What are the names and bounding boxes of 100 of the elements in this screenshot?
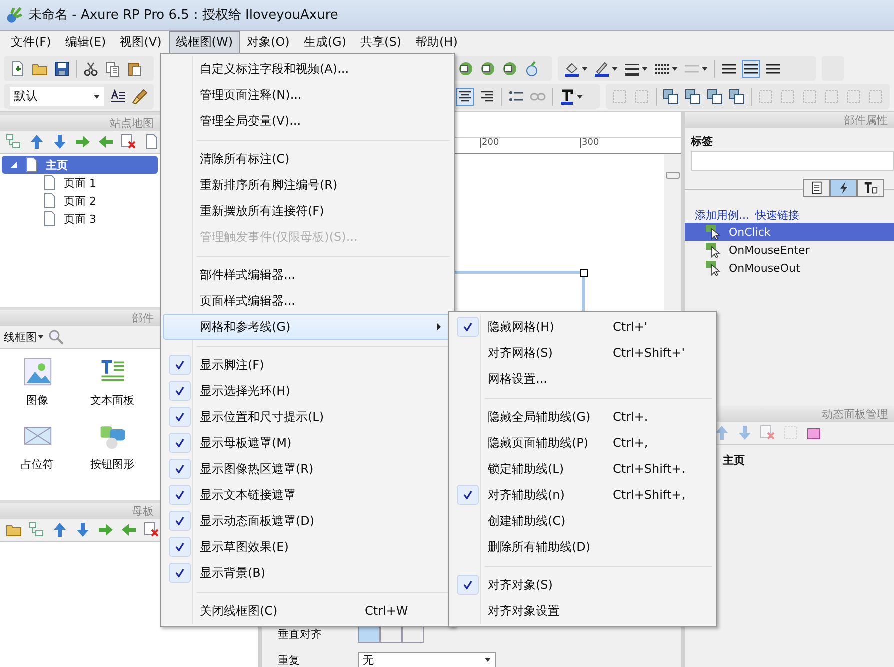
interactions-tab[interactable]: [830, 179, 857, 197]
menu-item[interactable]: 网格设置...: [451, 366, 714, 392]
menu-item[interactable]: 显示脚注(F): [163, 352, 452, 378]
fill-bucket-icon[interactable]: [564, 60, 580, 76]
arrow-up-icon[interactable]: [29, 134, 45, 150]
align-center-icon[interactable]: [743, 60, 759, 76]
menu-item[interactable]: 自定义标注字段和视频(A)...: [163, 56, 452, 82]
menu-item[interactable]: 锁定辅助线(L) Ctrl+Shift+.: [451, 456, 714, 482]
menu-item[interactable]: 重新排序所有脚注编号(R): [163, 172, 452, 198]
arrow-down-icon[interactable]: [75, 522, 91, 538]
paint-brush-icon[interactable]: [132, 88, 148, 104]
collapse-triangle-icon[interactable]: [10, 161, 18, 169]
library-dropdown[interactable]: 线框图: [4, 330, 44, 344]
menu-bar-item[interactable]: 对象(O): [240, 31, 297, 54]
menu-item[interactable]: 显示动态面板遮罩(D): [163, 508, 452, 534]
caret-icon[interactable]: [612, 66, 618, 70]
align-right-icon[interactable]: [478, 88, 495, 104]
event-item[interactable]: OnClick: [685, 223, 894, 241]
menu-item[interactable]: 部件样式编辑器...: [163, 262, 452, 288]
pen-icon[interactable]: [594, 60, 610, 76]
menu-bar-item[interactable]: 文件(F): [4, 31, 58, 54]
menu-item[interactable]: 隐藏页面辅助线(P) Ctrl+,: [451, 430, 714, 456]
caret-icon[interactable]: [642, 66, 648, 70]
menu-item[interactable]: 删除所有辅助线(D): [451, 534, 714, 560]
delete-icon[interactable]: [121, 134, 137, 150]
menu-item[interactable]: 显示位置和尺寸提示(L): [163, 404, 452, 430]
save-icon[interactable]: [54, 60, 70, 76]
tree-item[interactable]: 主页: [723, 453, 745, 468]
menu-item[interactable]: 对齐辅助线(n) Ctrl+Shift+,: [451, 482, 714, 508]
layer-icon[interactable]: [707, 88, 723, 104]
arrow-right-icon[interactable]: [98, 522, 114, 538]
tree-item[interactable]: 页面 1: [0, 174, 160, 192]
caret-icon[interactable]: [582, 66, 588, 70]
arrow-down-icon[interactable]: [52, 134, 68, 150]
tree-item[interactable]: 主页: [2, 156, 158, 174]
menu-item[interactable]: 页面样式编辑器...: [163, 288, 452, 314]
align-center-icon[interactable]: [456, 88, 473, 104]
menu-item[interactable]: 对齐对象(S): [451, 572, 714, 598]
text-style-icon[interactable]: [110, 88, 126, 104]
label-input-field[interactable]: [691, 151, 894, 171]
tree-item[interactable]: 页面 3: [0, 210, 160, 228]
layer-icon[interactable]: [663, 88, 679, 104]
menu-item[interactable]: 管理全局变量(V)...: [163, 108, 452, 134]
caret-icon[interactable]: [702, 66, 708, 70]
menu-item[interactable]: 显示选择光环(H): [163, 378, 452, 404]
menu-item[interactable]: 显示文本链接遮罩: [163, 482, 452, 508]
new-page-icon[interactable]: [10, 60, 26, 76]
menu-item[interactable]: 对齐网格(S) Ctrl+Shift+': [451, 340, 714, 366]
menu-item[interactable]: 清除所有标注(C): [163, 146, 452, 172]
event-item[interactable]: OnMouseOut: [685, 259, 894, 277]
menu-bar-item[interactable]: 线框图(W): [168, 31, 240, 54]
delete-icon[interactable]: [144, 522, 160, 538]
menu-item[interactable]: 对齐对象设置: [451, 598, 714, 624]
tree-item[interactable]: 页面 2: [0, 192, 160, 210]
link[interactable]: 快速链接: [756, 208, 800, 223]
page-icon[interactable]: [144, 134, 160, 150]
format-tab[interactable]: [857, 179, 884, 197]
menu-item[interactable]: 隐藏全局辅助线(G) Ctrl+.: [451, 404, 714, 430]
menu-bar-item[interactable]: 共享(S): [354, 31, 408, 54]
caret-icon[interactable]: [672, 66, 678, 70]
menu-bar-item[interactable]: 生成(G): [296, 31, 354, 54]
menu-item[interactable]: 显示母板遮罩(M): [163, 430, 452, 456]
copy-icon[interactable]: [105, 60, 121, 76]
menu-item[interactable]: 重新摆放所有连接符(F): [163, 198, 452, 224]
checkmark-icon: [169, 537, 191, 557]
link[interactable]: 添加用例...: [695, 208, 750, 223]
image-widget-icon[interactable]: [22, 357, 52, 387]
bullets-icon[interactable]: [508, 88, 524, 104]
search-icon[interactable]: [48, 329, 64, 345]
arrow-right-icon[interactable]: [75, 134, 91, 150]
layer-icon[interactable]: [729, 88, 745, 104]
menu-item[interactable]: 关闭线框图(C) Ctrl+W: [163, 598, 452, 624]
paste-icon[interactable]: [127, 60, 143, 76]
repeat-dropdown[interactable]: 无: [358, 652, 496, 667]
arrow-left-icon[interactable]: [98, 134, 114, 150]
caret-icon[interactable]: [576, 94, 583, 98]
scissors-icon[interactable]: [83, 60, 99, 76]
menu-item[interactable]: 管理页面注释(N)...: [163, 82, 452, 108]
menu-bar-item[interactable]: 编辑(E): [58, 31, 114, 54]
add-page-icon[interactable]: [29, 522, 45, 538]
arrow-left-icon[interactable]: [121, 522, 137, 538]
menu-item[interactable]: 显示背景(B): [163, 560, 452, 586]
toolbar-icon[interactable]: [714, 425, 730, 441]
field-label: 垂直对齐: [278, 626, 323, 642]
menu-item[interactable]: 隐藏网格(H) Ctrl+': [451, 314, 714, 340]
layer-icon[interactable]: [685, 88, 701, 104]
menu-item[interactable]: 显示图像热区遮罩(R): [163, 456, 452, 482]
scrollbar[interactable]: [664, 154, 681, 310]
menu-item[interactable]: 显示草图效果(E): [163, 534, 452, 560]
style-dropdown[interactable]: 默认: [10, 87, 104, 106]
arrow-up-icon[interactable]: [52, 522, 68, 538]
menu-bar-item[interactable]: 帮助(H): [408, 31, 465, 54]
widget-label: 文本面板: [90, 393, 134, 408]
text-color-icon[interactable]: [558, 88, 575, 104]
menu-item[interactable]: 创建辅助线(C): [451, 508, 714, 534]
add-page-icon[interactable]: [6, 134, 22, 150]
menu-bar-item[interactable]: 视图(V): [113, 31, 169, 54]
event-item[interactable]: OnMouseEnter: [685, 241, 894, 259]
ruler-label: 300: [580, 138, 600, 148]
notes-tab[interactable]: [803, 179, 830, 197]
